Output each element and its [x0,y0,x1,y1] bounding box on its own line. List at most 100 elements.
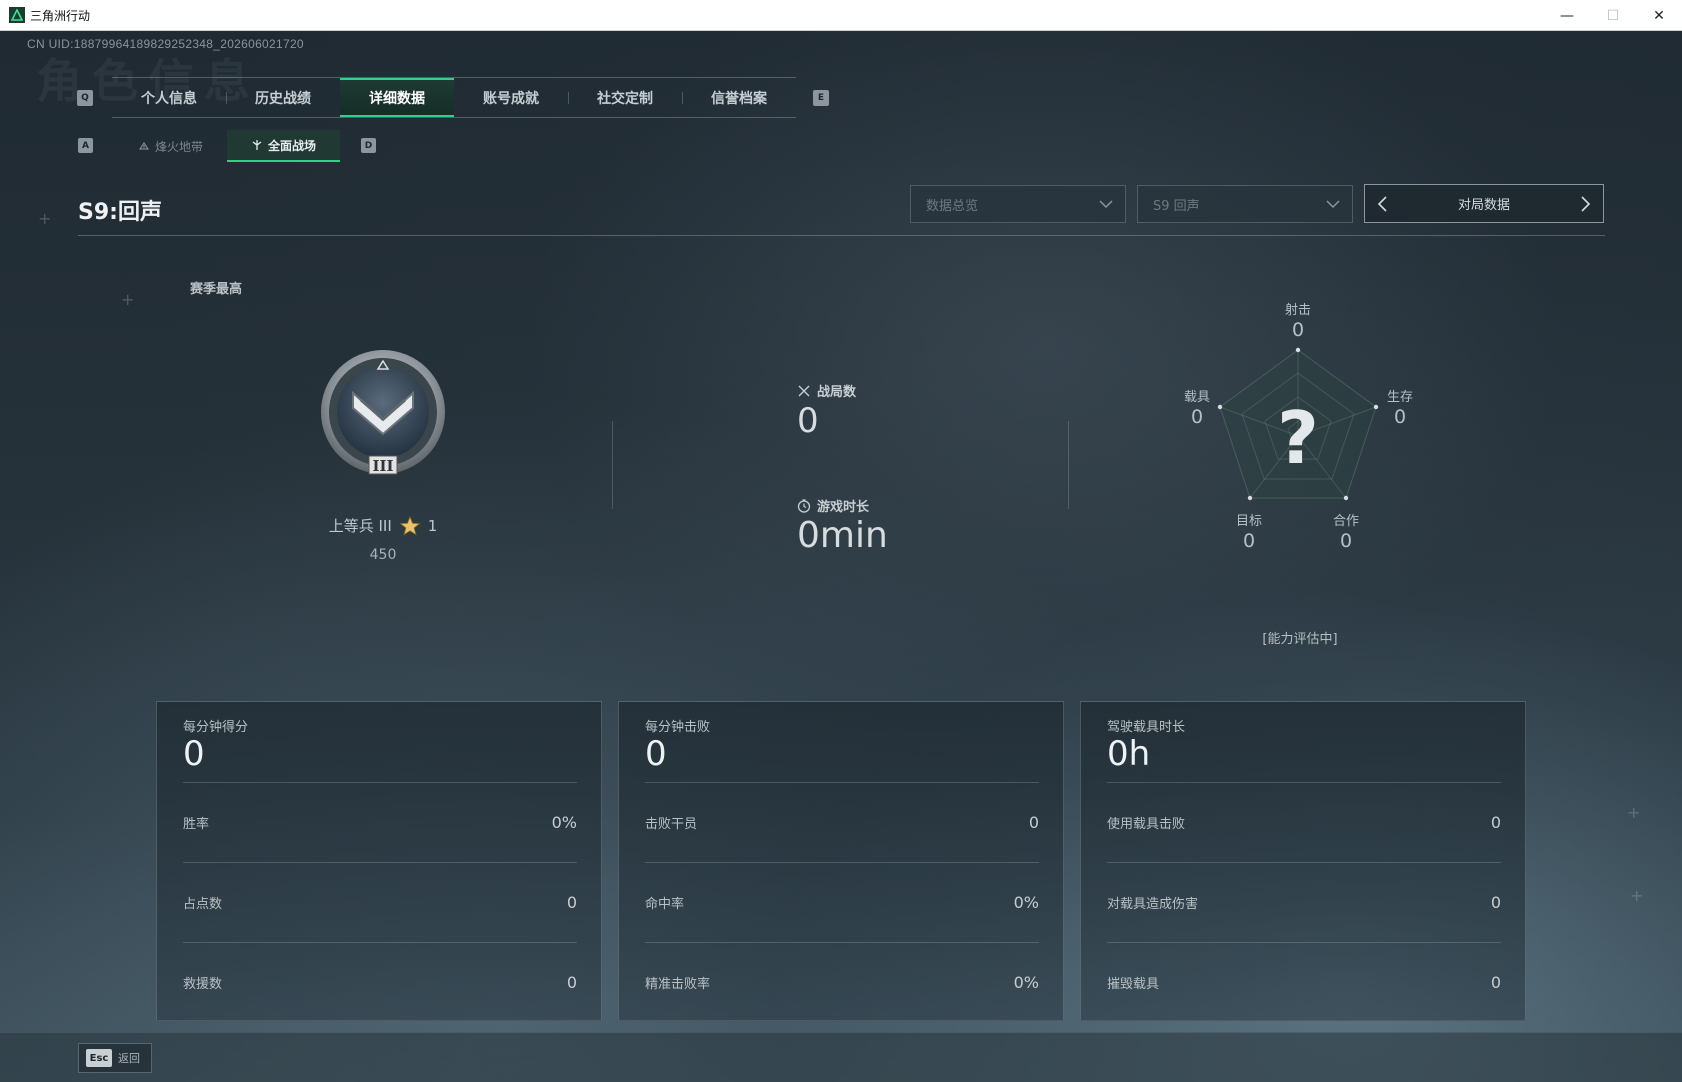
radar-value-survival: 0 [1393,406,1407,428]
decor-plus-icon: + [38,209,52,228]
window-title: 三角洲行动 [30,8,91,23]
card-divider [645,942,1039,943]
back-label: 返回 [118,1052,140,1065]
playtime-label: 游戏时长 [797,496,869,515]
row-label: 摧毁载具 [1107,976,1160,992]
card-row: 对载具造成伤害 0 [1107,892,1501,912]
season-dropdown[interactable]: S9 回声 [1137,185,1353,223]
card-row: 救援数 0 [183,972,577,992]
tab-detailed-data[interactable]: 详细数据 [340,78,454,117]
row-label: 占点数 [183,896,223,912]
card-divider [183,942,577,943]
close-button[interactable]: ✕ [1636,0,1682,31]
decor-plus-icon: + [121,290,135,309]
extraction-icon [138,141,150,150]
radar-vertex [1247,495,1253,501]
ability-radar-chart: ? [1217,347,1379,501]
chevron-down-icon [1326,200,1340,209]
row-label: 胜率 [183,816,210,832]
svg-text:III: III [372,457,393,475]
radar-evaluating-note: [能力评估中] [1262,632,1338,647]
decor-plus-icon: + [1630,886,1644,905]
rank-stars: 1 [427,516,438,535]
season-dropdown-value: S9 回声 [1153,198,1200,214]
chevron-left-icon[interactable] [1373,194,1393,214]
key-hint-d[interactable]: D [361,138,376,153]
row-value: 0 [566,892,577,912]
tab-social-customization[interactable]: 社交定制 [568,78,682,117]
playtime-label-text: 游戏时长 [817,500,870,515]
radar-value-shooting: 0 [1291,319,1305,341]
stats-card-score: 每分钟得分 0 胜率 0% 占点数 0 救援数 0 [156,701,602,1021]
radar-value-vehicle: 0 [1190,406,1204,428]
card-row: 胜率 0% [183,812,577,832]
vertical-divider [1068,421,1069,509]
view-dropdown[interactable]: 数据总览 [910,185,1126,223]
row-value: 0 [566,972,577,992]
radar-label-vehicle: 载具 [1183,390,1210,405]
playtime-value: 0min [797,515,888,556]
card-value: 0 [645,734,667,774]
radar-vertex [1343,495,1349,501]
subtab-label: 全面战场 [267,138,316,153]
row-value: 0 [1490,892,1501,912]
matches-label: 战局数 [797,381,856,400]
row-label: 对载具造成伤害 [1107,896,1199,912]
card-value: 0h [1107,734,1151,774]
subtab-full-battlefield[interactable]: 全面战场 [227,130,340,162]
card-label: 每分钟击败 [645,720,711,735]
card-row: 精准击败率 0% [645,972,1039,992]
clock-icon [797,498,811,513]
tab-achievements[interactable]: 账号成就 [454,78,568,117]
chevron-down-icon [1099,200,1113,209]
card-row: 击败干员 0 [645,812,1039,832]
rank-badge-icon: III [321,350,445,475]
chevron-right-icon[interactable] [1575,194,1595,214]
row-value: 0 [1490,812,1501,832]
card-divider [1107,942,1501,943]
main-tabs: 个人信息 历史战绩 详细数据 账号成就 社交定制 信誉档案 [112,77,796,118]
bottom-bar: Esc 返回 [0,1032,1682,1082]
card-row: 占点数 0 [183,892,577,912]
card-divider [1107,782,1501,783]
tab-credit-record[interactable]: 信誉档案 [682,78,796,117]
app-logo-icon [9,7,25,23]
stats-card-kills: 每分钟击败 0 击败干员 0 命中率 0% 精准击败率 0% [618,701,1064,1021]
card-divider [1107,862,1501,863]
back-button[interactable]: Esc 返回 [78,1043,152,1073]
row-value: 0 [1028,812,1039,832]
star-icon [399,515,420,535]
subtab-extraction-zone[interactable]: 烽火地带 [114,130,227,162]
radar-value-cooperation: 0 [1339,530,1353,552]
card-divider [645,862,1039,863]
vertical-divider [612,421,613,509]
row-label: 精准击败率 [645,976,711,992]
card-row: 使用载具击败 0 [1107,812,1501,832]
row-label: 救援数 [183,976,223,992]
card-divider [183,862,577,863]
radar-label-objective: 目标 [1235,514,1262,529]
key-hint-e[interactable]: E [813,90,829,106]
row-value: 0 [1490,972,1501,992]
key-hint-a[interactable]: A [78,138,93,153]
row-label: 使用载具击败 [1107,816,1186,832]
row-value: 0% [1013,972,1039,992]
card-value: 0 [183,734,205,774]
card-label: 驾驶载具时长 [1107,720,1186,735]
minimize-button[interactable]: — [1544,0,1590,31]
card-row: 命中率 0% [645,892,1039,912]
data-type-pager: 对局数据 [1364,184,1604,223]
crossed-swords-icon [798,385,810,396]
radar-vertex [1295,347,1301,353]
tab-personal-info[interactable]: 个人信息 [112,78,226,117]
rank-score: 450 [369,547,397,563]
rank-name: 上等兵 III 1 [316,515,450,536]
row-label: 击败干员 [645,816,698,832]
radar-label-cooperation: 合作 [1332,514,1359,529]
card-row: 摧毁载具 0 [1107,972,1501,992]
row-value: 0% [551,812,577,832]
key-hint-q[interactable]: Q [77,90,93,106]
tab-match-history[interactable]: 历史战绩 [226,78,340,117]
row-value: 0% [1013,892,1039,912]
maximize-button[interactable]: ☐ [1590,0,1636,31]
